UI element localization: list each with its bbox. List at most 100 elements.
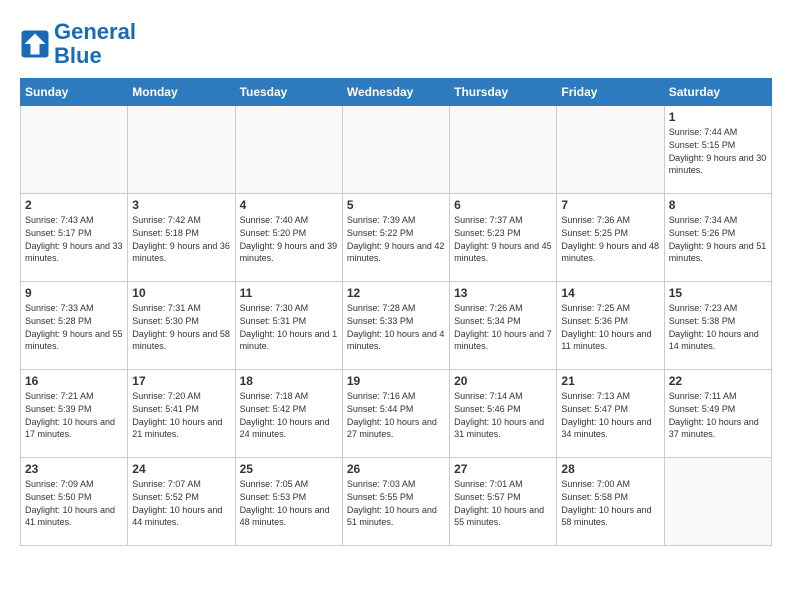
page-header: General Blue bbox=[20, 20, 772, 68]
day-number: 22 bbox=[669, 374, 767, 388]
day-info: Sunrise: 7:31 AM Sunset: 5:30 PM Dayligh… bbox=[132, 302, 230, 352]
calendar-cell: 16 Sunrise: 7:21 AM Sunset: 5:39 PM Dayli… bbox=[21, 370, 128, 458]
day-number: 25 bbox=[240, 462, 338, 476]
week-row-5: 23 Sunrise: 7:09 AM Sunset: 5:50 PM Dayli… bbox=[21, 458, 772, 546]
calendar-cell: 4 Sunrise: 7:40 AM Sunset: 5:20 PM Daylig… bbox=[235, 194, 342, 282]
day-number: 9 bbox=[25, 286, 123, 300]
day-number: 13 bbox=[454, 286, 552, 300]
calendar-cell: 19 Sunrise: 7:16 AM Sunset: 5:44 PM Dayli… bbox=[342, 370, 449, 458]
day-header-tuesday: Tuesday bbox=[235, 79, 342, 106]
calendar-cell: 10 Sunrise: 7:31 AM Sunset: 5:30 PM Dayli… bbox=[128, 282, 235, 370]
day-header-friday: Friday bbox=[557, 79, 664, 106]
day-info: Sunrise: 7:23 AM Sunset: 5:38 PM Dayligh… bbox=[669, 302, 767, 352]
day-number: 12 bbox=[347, 286, 445, 300]
day-info: Sunrise: 7:21 AM Sunset: 5:39 PM Dayligh… bbox=[25, 390, 123, 440]
day-number: 4 bbox=[240, 198, 338, 212]
day-info: Sunrise: 7:13 AM Sunset: 5:47 PM Dayligh… bbox=[561, 390, 659, 440]
day-info: Sunrise: 7:30 AM Sunset: 5:31 PM Dayligh… bbox=[240, 302, 338, 352]
day-number: 8 bbox=[669, 198, 767, 212]
day-header-thursday: Thursday bbox=[450, 79, 557, 106]
day-info: Sunrise: 7:40 AM Sunset: 5:20 PM Dayligh… bbox=[240, 214, 338, 264]
week-row-2: 2 Sunrise: 7:43 AM Sunset: 5:17 PM Daylig… bbox=[21, 194, 772, 282]
day-info: Sunrise: 7:11 AM Sunset: 5:49 PM Dayligh… bbox=[669, 390, 767, 440]
day-number: 11 bbox=[240, 286, 338, 300]
calendar-cell: 15 Sunrise: 7:23 AM Sunset: 5:38 PM Dayli… bbox=[664, 282, 771, 370]
calendar-cell: 18Sunrise: 7:18 AM Sunset: 5:42 PM Dayli… bbox=[235, 370, 342, 458]
calendar-cell: 26Sunrise: 7:03 AM Sunset: 5:55 PM Dayli… bbox=[342, 458, 449, 546]
calendar-cell: 6Sunrise: 7:37 AM Sunset: 5:23 PM Daylig… bbox=[450, 194, 557, 282]
week-row-1: 1 Sunrise: 7:44 AM Sunset: 5:15 PM Daylig… bbox=[21, 106, 772, 194]
day-number: 28 bbox=[561, 462, 659, 476]
calendar-cell: 25 Sunrise: 7:05 AM Sunset: 5:53 PM Dayli… bbox=[235, 458, 342, 546]
calendar-cell: 5 Sunrise: 7:39 AM Sunset: 5:22 PM Daylig… bbox=[342, 194, 449, 282]
calendar-cell: 24 Sunrise: 7:07 AM Sunset: 5:52 PM Dayli… bbox=[128, 458, 235, 546]
calendar-cell: 14 Sunrise: 7:25 AM Sunset: 5:36 PM Dayli… bbox=[557, 282, 664, 370]
day-info: Sunrise: 7:42 AM Sunset: 5:18 PM Dayligh… bbox=[132, 214, 230, 264]
day-number: 21 bbox=[561, 374, 659, 388]
day-number: 14 bbox=[561, 286, 659, 300]
day-number: 16 bbox=[25, 374, 123, 388]
calendar-cell: 11 Sunrise: 7:30 AM Sunset: 5:31 PM Dayli… bbox=[235, 282, 342, 370]
day-number: 1 bbox=[669, 110, 767, 124]
calendar-cell: 2 Sunrise: 7:43 AM Sunset: 5:17 PM Daylig… bbox=[21, 194, 128, 282]
day-info: Sunrise: 7:34 AM Sunset: 5:26 PM Dayligh… bbox=[669, 214, 767, 264]
calendar-cell: 20Sunrise: 7:14 AM Sunset: 5:46 PM Dayli… bbox=[450, 370, 557, 458]
calendar-cell bbox=[342, 106, 449, 194]
day-info: Sunrise: 7:43 AM Sunset: 5:17 PM Dayligh… bbox=[25, 214, 123, 264]
day-info: Sunrise: 7:28 AM Sunset: 5:33 PM Dayligh… bbox=[347, 302, 445, 352]
calendar-cell bbox=[664, 458, 771, 546]
calendar-cell: 13 Sunrise: 7:26 AM Sunset: 5:34 PM Dayli… bbox=[450, 282, 557, 370]
calendar-cell: 17 Sunrise: 7:20 AM Sunset: 5:41 PM Dayli… bbox=[128, 370, 235, 458]
day-info: Sunrise: 7:03 AM Sunset: 5:55 PM Dayligh… bbox=[347, 478, 445, 528]
day-header-sunday: Sunday bbox=[21, 79, 128, 106]
day-number: 15 bbox=[669, 286, 767, 300]
day-number: 3 bbox=[132, 198, 230, 212]
calendar-cell: 8 Sunrise: 7:34 AM Sunset: 5:26 PM Daylig… bbox=[664, 194, 771, 282]
day-header-monday: Monday bbox=[128, 79, 235, 106]
logo: General Blue bbox=[20, 20, 136, 68]
day-header-saturday: Saturday bbox=[664, 79, 771, 106]
day-number: 23 bbox=[25, 462, 123, 476]
calendar-cell: 1 Sunrise: 7:44 AM Sunset: 5:15 PM Daylig… bbox=[664, 106, 771, 194]
day-info: Sunrise: 7:09 AM Sunset: 5:50 PM Dayligh… bbox=[25, 478, 123, 528]
day-number: 20 bbox=[454, 374, 552, 388]
calendar-cell: 3 Sunrise: 7:42 AM Sunset: 5:18 PM Daylig… bbox=[128, 194, 235, 282]
logo-text: General Blue bbox=[54, 20, 136, 68]
day-info: Sunrise: 7:33 AM Sunset: 5:28 PM Dayligh… bbox=[25, 302, 123, 352]
day-info: Sunrise: 7:26 AM Sunset: 5:34 PM Dayligh… bbox=[454, 302, 552, 352]
day-number: 6 bbox=[454, 198, 552, 212]
day-number: 5 bbox=[347, 198, 445, 212]
calendar-cell: 23 Sunrise: 7:09 AM Sunset: 5:50 PM Dayli… bbox=[21, 458, 128, 546]
calendar-cell: 12 Sunrise: 7:28 AM Sunset: 5:33 PM Dayli… bbox=[342, 282, 449, 370]
day-info: Sunrise: 7:00 AM Sunset: 5:58 PM Dayligh… bbox=[561, 478, 659, 528]
day-number: 27 bbox=[454, 462, 552, 476]
day-info: Sunrise: 7:39 AM Sunset: 5:22 PM Dayligh… bbox=[347, 214, 445, 264]
day-number: 24 bbox=[132, 462, 230, 476]
calendar-cell bbox=[557, 106, 664, 194]
day-number: 2 bbox=[25, 198, 123, 212]
day-info: Sunrise: 7:05 AM Sunset: 5:53 PM Dayligh… bbox=[240, 478, 338, 528]
day-info: Sunrise: 7:01 AM Sunset: 5:57 PM Dayligh… bbox=[454, 478, 552, 528]
day-number: 17 bbox=[132, 374, 230, 388]
day-number: 19 bbox=[347, 374, 445, 388]
day-number: 18 bbox=[240, 374, 338, 388]
day-header-wednesday: Wednesday bbox=[342, 79, 449, 106]
day-info: Sunrise: 7:16 AM Sunset: 5:44 PM Dayligh… bbox=[347, 390, 445, 440]
calendar-cell bbox=[450, 106, 557, 194]
calendar-cell: 7Sunrise: 7:36 AM Sunset: 5:25 PM Daylig… bbox=[557, 194, 664, 282]
day-info: Sunrise: 7:07 AM Sunset: 5:52 PM Dayligh… bbox=[132, 478, 230, 528]
calendar-cell: 22 Sunrise: 7:11 AM Sunset: 5:49 PM Dayli… bbox=[664, 370, 771, 458]
calendar-cell: 9 Sunrise: 7:33 AM Sunset: 5:28 PM Daylig… bbox=[21, 282, 128, 370]
calendar-cell bbox=[128, 106, 235, 194]
day-number: 10 bbox=[132, 286, 230, 300]
day-info: Sunrise: 7:25 AM Sunset: 5:36 PM Dayligh… bbox=[561, 302, 659, 352]
day-number: 7 bbox=[561, 198, 659, 212]
week-row-3: 9 Sunrise: 7:33 AM Sunset: 5:28 PM Daylig… bbox=[21, 282, 772, 370]
calendar-cell bbox=[235, 106, 342, 194]
calendar-cell: 27 Sunrise: 7:01 AM Sunset: 5:57 PM Dayli… bbox=[450, 458, 557, 546]
calendar-table: SundayMondayTuesdayWednesdayThursdayFrid… bbox=[20, 78, 772, 546]
day-info: Sunrise: 7:20 AM Sunset: 5:41 PM Dayligh… bbox=[132, 390, 230, 440]
day-info: Sunrise: 7:44 AM Sunset: 5:15 PM Dayligh… bbox=[669, 126, 767, 176]
calendar-cell bbox=[21, 106, 128, 194]
calendar-cell: 21 Sunrise: 7:13 AM Sunset: 5:47 PM Dayli… bbox=[557, 370, 664, 458]
